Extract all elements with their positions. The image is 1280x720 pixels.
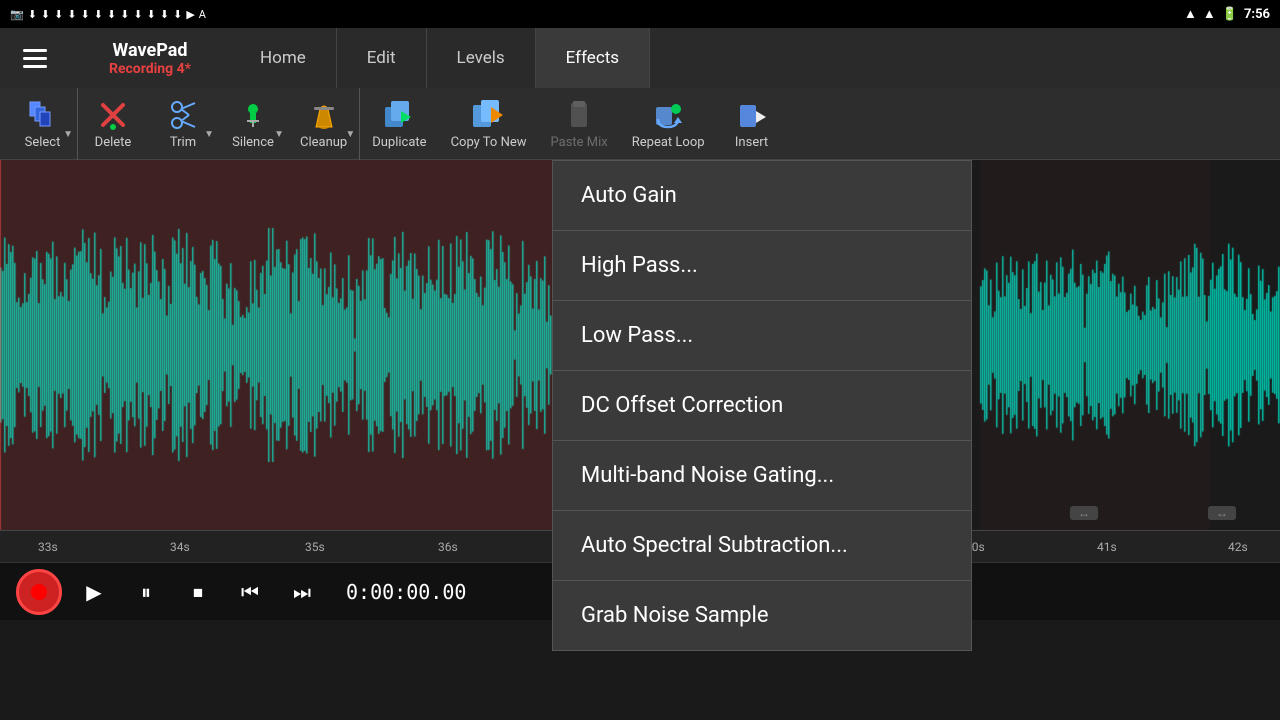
high-pass-item[interactable]: High Pass... <box>553 231 971 301</box>
effects-dropdown-menu: Auto Gain High Pass... Low Pass... DC Of… <box>552 160 972 651</box>
dropdown-overlay[interactable]: Auto Gain High Pass... Low Pass... DC Of… <box>0 0 1280 720</box>
auto-gain-item[interactable]: Auto Gain <box>553 161 971 231</box>
multiband-noise-item[interactable]: Multi-band Noise Gating... <box>553 441 971 511</box>
low-pass-item[interactable]: Low Pass... <box>553 301 971 371</box>
auto-spectral-item[interactable]: Auto Spectral Subtraction... <box>553 511 971 581</box>
grab-noise-item[interactable]: Grab Noise Sample <box>553 581 971 650</box>
dc-offset-item[interactable]: DC Offset Correction <box>553 371 971 441</box>
